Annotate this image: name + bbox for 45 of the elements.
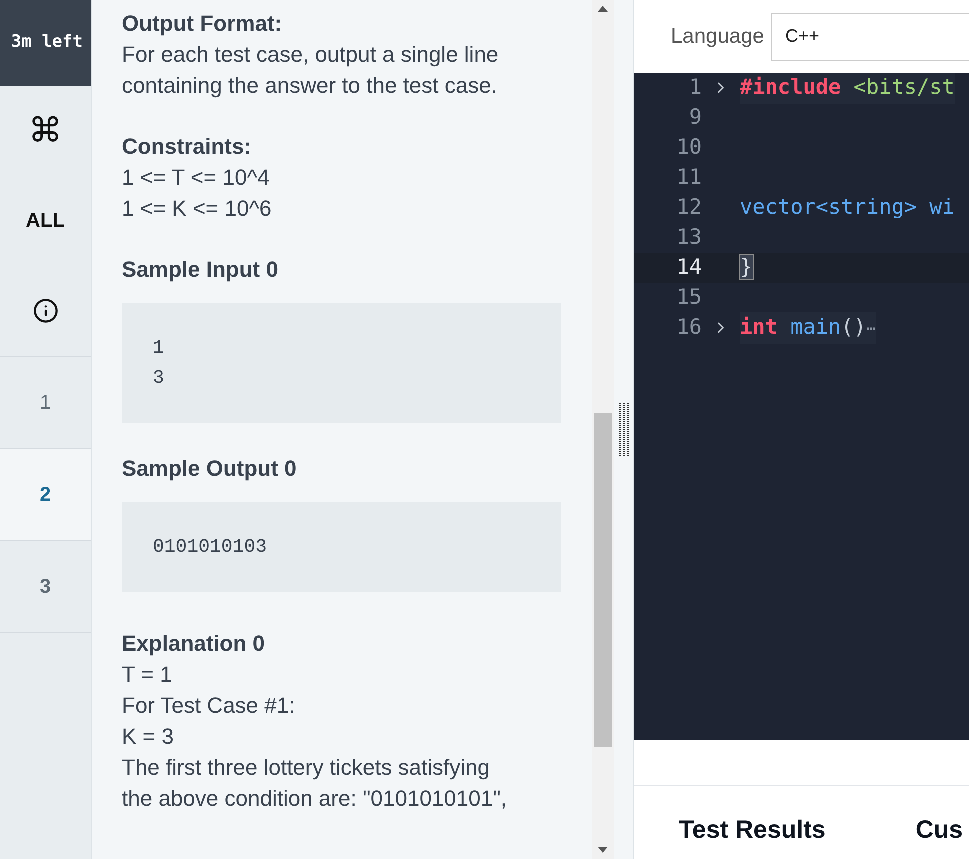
line-number: 13 [676, 224, 702, 252]
code-line: 3 [153, 366, 166, 391]
code-text: #include <bits/st [740, 73, 955, 104]
text-line: 1 <= T <= 10^4 [122, 164, 271, 192]
line-number: 9 [688, 104, 702, 132]
line-number: 16 [676, 314, 702, 342]
info-icon[interactable] [32, 298, 58, 324]
line-number: 14 [676, 254, 702, 282]
code-line: 0101010103 [153, 535, 268, 560]
text-line: For Test Case #1: [122, 692, 296, 720]
command-key-label[interactable]: ⌘ [28, 106, 62, 156]
line-number: 12 [676, 194, 702, 222]
drag-handle-icon[interactable] [618, 402, 628, 456]
code-text: vector<string> wi [740, 194, 955, 222]
text-line: 1 <= K <= 10^6 [122, 195, 273, 223]
section-heading: Sample Input 0 [122, 256, 280, 284]
line-number: 15 [676, 284, 702, 312]
text-line: K = 3 [122, 723, 175, 751]
code-editor[interactable]: 1 #include <bits/st 9 10 11 12 vector<string> wi 13 14 } 15 16 int main()⋯ [634, 73, 969, 740]
scroll-down-icon[interactable] [598, 847, 608, 853]
code-text: int main()⋯ [740, 312, 876, 344]
timer-label: 3m left [11, 31, 83, 54]
all-label[interactable]: ALL [26, 206, 65, 236]
code-text: } [740, 254, 753, 282]
section-heading: Sample Output 0 [122, 455, 298, 483]
line-number: 1 [688, 74, 702, 102]
question-tab[interactable]: 2 [0, 449, 91, 541]
text-line: For each test case, output a single line [122, 41, 500, 69]
language-select[interactable]: C++ [771, 12, 969, 60]
text-line: containing the answer to the test case. [122, 72, 498, 100]
results-tab[interactable]: Cus [916, 812, 964, 850]
section-heading: Constraints: [122, 133, 253, 161]
text-line: the above condition are: "0101010101", [122, 785, 508, 813]
scrollbar[interactable] [592, 0, 614, 859]
scrollbar-thumb[interactable] [594, 413, 612, 747]
results-tab[interactable]: Test Results [679, 812, 826, 850]
line-number: 11 [676, 164, 702, 192]
text-line: T = 1 [122, 661, 174, 689]
section-heading: Output Format: [122, 10, 284, 38]
code-line: 1 [153, 336, 166, 361]
text-line: The first three lottery tickets satisfying [122, 754, 492, 782]
line-number: 10 [676, 134, 702, 162]
scroll-up-icon[interactable] [598, 6, 608, 12]
language-label: Language [671, 24, 764, 50]
section-heading: Explanation 0 [122, 630, 266, 658]
